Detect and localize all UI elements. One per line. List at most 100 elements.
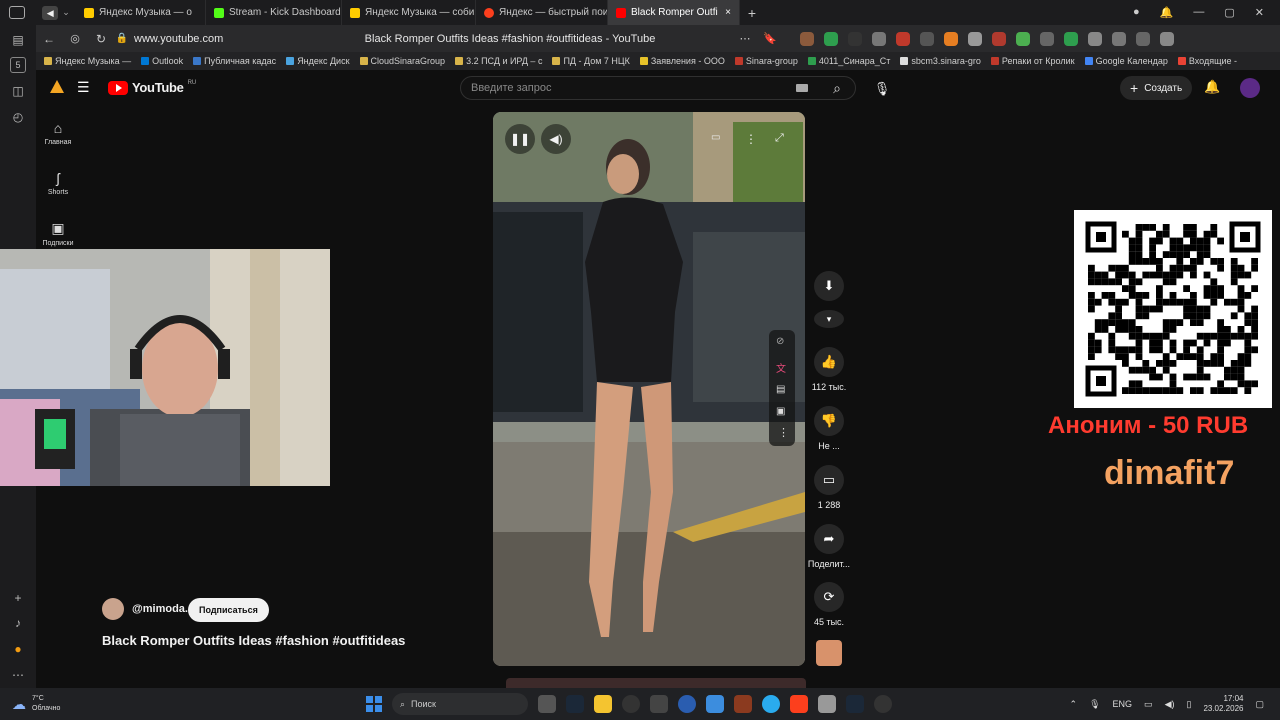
extension-icon[interactable] [824,31,838,46]
clock[interactable]: 17:04 23.02.2026 [1203,694,1243,714]
yandex-browser-icon[interactable] [790,695,808,713]
bookmark-item[interactable]: sbcm3.sinara-gro [900,56,981,66]
short-title[interactable]: Black Romper Outfits Ideas #fashion #out… [102,633,405,648]
search-button[interactable]: ⌕ [820,77,854,99]
dislike-button[interactable]: 👎 Не ... [809,406,849,451]
browser-menu[interactable] [0,0,36,25]
bookmark-item[interactable]: Яндекс Диск [286,56,350,66]
bookmark-item[interactable]: Входящие - [1177,56,1237,66]
pip-icon[interactable]: ▣ [776,406,785,417]
subscribe-button[interactable]: Подписаться [188,598,269,622]
steam-icon[interactable] [846,695,864,713]
pause-button[interactable]: ❚❚ [505,124,535,154]
sidebar-item-home[interactable]: ⌂ Главная [36,120,80,146]
bookmark-item[interactable]: Яндекс Музыка — [44,56,131,66]
more-icon[interactable]: ⋯ [730,32,760,45]
volume-icon[interactable]: ◀) [1165,699,1175,710]
file-explorer-icon[interactable] [594,695,612,713]
remix-button[interactable]: ⟳ 45 тыс. [809,582,849,627]
bookmark-item[interactable]: Публичная кадас [193,56,276,66]
expand-button[interactable]: ▾ [809,310,849,333]
shield-icon[interactable]: ◎ [62,32,88,45]
taskbar-search[interactable]: ⌕ Поиск [392,693,528,715]
new-tab-button[interactable]: + [740,5,764,21]
extension-icon[interactable]: ⊘ [776,336,784,347]
bookmark-item[interactable]: 3.2 ПСД и ИРД – с [455,56,542,66]
bookmark-icon[interactable]: 🔖 [760,32,780,45]
bookmark-item[interactable]: 4011_Синара_Ст [807,56,890,66]
obs-icon[interactable] [622,695,640,713]
counter-icon[interactable]: 5 [10,57,26,73]
keyboard-icon[interactable] [796,84,808,92]
voice-search-button[interactable]: 🎙 [871,78,893,100]
tab-yandex-search[interactable]: Яндекс — быстрый поис [476,0,608,25]
sound-thumbnail[interactable] [816,640,842,666]
network-icon[interactable]: ▭ [1144,699,1153,710]
youtube-logo[interactable]: YouTube RU [108,80,196,95]
profile-icon[interactable]: ● [1133,6,1140,19]
maximize-icon[interactable]: ▢ [1224,6,1234,19]
create-button[interactable]: + Создать [1120,76,1193,100]
channel-name[interactable]: @mimoda. [132,603,188,615]
like-button[interactable]: 👍 112 тыс. [809,347,849,392]
app-icon[interactable]: ● [10,641,26,657]
avatar[interactable] [1240,78,1260,98]
translate-icon[interactable]: 文 [776,360,786,375]
reload-icon[interactable]: ↻ [88,32,114,46]
steam-icon[interactable] [566,695,584,713]
weather-widget[interactable]: ☁ 7°C Облачно [0,694,110,714]
share-button[interactable]: ➦ Поделит... [804,524,854,569]
chevron-up-icon[interactable]: ⌃ [1070,699,1078,710]
obs-icon[interactable] [874,695,892,713]
sidebar-item-shorts[interactable]: ʃ Shorts [36,170,80,196]
microphone-icon[interactable]: 🎙 [1089,699,1100,710]
more-icon[interactable]: ⋮ [778,426,789,439]
game-icon[interactable] [734,695,752,713]
extension-icon[interactable] [920,31,934,46]
audio-control[interactable]: ◀ ⌄ [36,0,76,25]
navigate-down-button[interactable]: ⬇ [809,271,849,306]
tabs-panel-icon[interactable]: ▤ [10,32,26,48]
battery-icon[interactable]: ▯ [1186,699,1191,710]
close-window-icon[interactable]: ✕ [1255,6,1264,19]
menu-icon[interactable]: ☰ [77,79,90,96]
extension-icon[interactable] [1160,31,1174,46]
extension-icon[interactable] [944,31,958,46]
tab-kick-dashboard[interactable]: Stream - Kick Dashboard [206,0,342,25]
extension-icon[interactable] [896,31,910,46]
fullscreen-icon[interactable]: ⤢ [775,132,784,145]
next-short-preview[interactable] [506,678,806,688]
download-icon[interactable] [1016,31,1030,46]
bookmark-item[interactable]: Sinara-group [734,56,798,66]
extension-icon[interactable] [872,31,886,46]
channel-avatar[interactable] [102,598,124,620]
url-field[interactable]: www.youtube.com [130,33,290,45]
calculator-icon[interactable] [818,695,836,713]
shorts-video-player[interactable]: ❚❚ ◀) ▭ ⋮ ⤢ ⊘ 文 ▤ ▣ ⋮ [493,112,805,666]
tab-youtube-active[interactable]: Black Romper Outfi × [608,0,740,25]
extension-icon[interactable] [1040,31,1054,46]
notification-center-icon[interactable]: ▢ [1255,699,1264,710]
subtitles-icon[interactable]: ▤ [776,384,785,395]
bookmark-item[interactable]: Репаки от Кролик [990,56,1075,66]
notifications-bell-icon[interactable]: 🔔 [1204,79,1220,95]
captions-icon[interactable]: ▭ [711,132,720,143]
tab-yandex-music-1[interactable]: Яндекс Музыка — о [76,0,206,25]
lock-icon[interactable]: 🔒 [114,33,130,44]
extension-icon[interactable] [1112,31,1126,46]
comments-button[interactable]: ▭ 1 288 [809,465,849,510]
task-view-icon[interactable] [538,695,556,713]
extension-icon[interactable] [968,31,982,46]
extension-icon[interactable] [1088,31,1102,46]
history-icon[interactable]: ◴ [10,109,26,125]
screenshot-icon[interactable]: ◫ [10,83,26,99]
extension-icon[interactable] [992,31,1006,46]
tiktok-icon[interactable]: ♪ [10,615,26,631]
language-indicator[interactable]: ENG [1113,699,1133,709]
extension-icon[interactable] [800,31,814,46]
more-options-icon[interactable]: ⋮ [745,132,757,146]
more-icon[interactable]: ⋯ [10,667,26,683]
bookmark-item[interactable]: ПД - Дом 7 НЦК [552,56,630,66]
extension-icon[interactable] [1136,31,1150,46]
close-icon[interactable]: × [725,7,731,18]
